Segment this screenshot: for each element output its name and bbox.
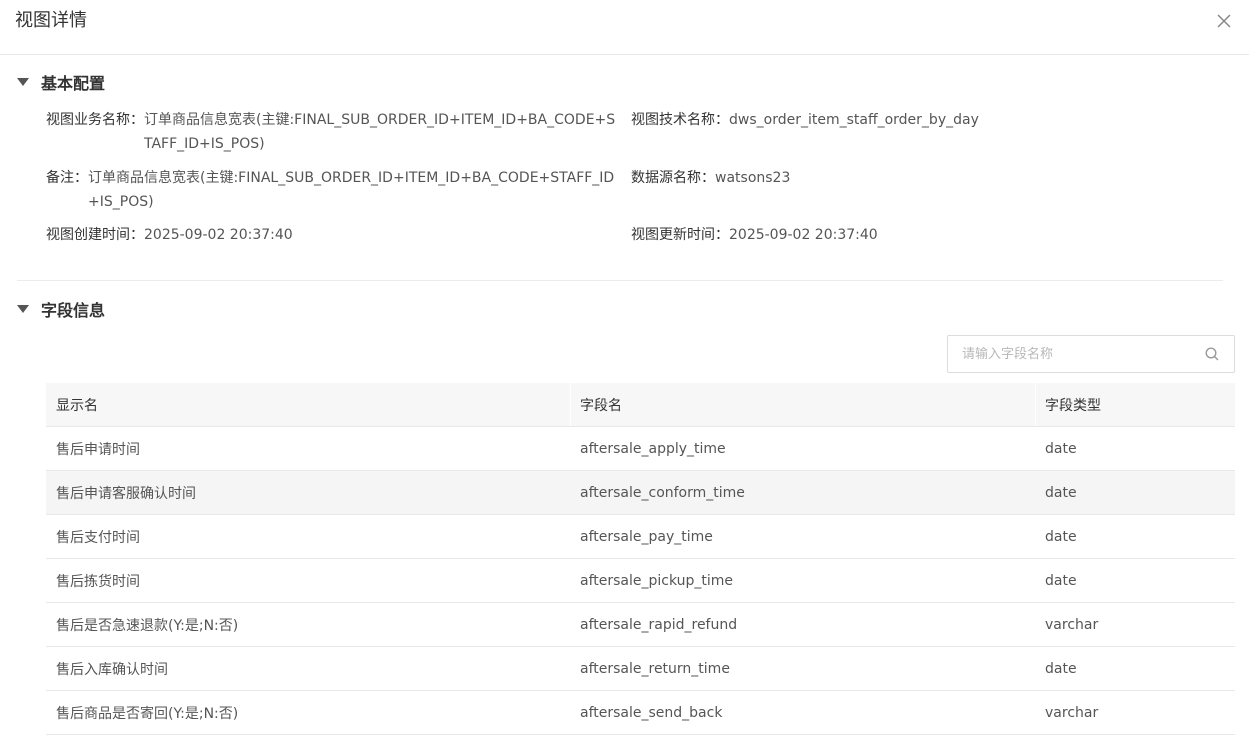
- field-search-box[interactable]: [947, 335, 1235, 373]
- table-row[interactable]: 售后入库确认时间 aftersale_return_time date: [46, 647, 1235, 691]
- display-name-cell: 售后申请时间: [56, 441, 140, 458]
- field-type-cell: date: [1045, 572, 1077, 589]
- display-name-cell: 售后入库确认时间: [56, 661, 168, 678]
- remark-row: 备注： 订单商品信息宽表(主键:FINAL_SUB_ORDER_ID+ITEM_…: [46, 166, 616, 214]
- field-info-toggle[interactable]: 字段信息: [17, 297, 105, 321]
- table-row[interactable]: 售后拣货时间 aftersale_pickup_time date: [46, 559, 1235, 603]
- field-name-cell: aftersale_apply_time: [580, 440, 726, 457]
- table-row[interactable]: 售后申请时间 aftersale_apply_time date: [46, 427, 1235, 471]
- search-icon[interactable]: [1204, 346, 1220, 362]
- table-row[interactable]: 售后是否急速退款(Y:是;N:否) aftersale_rapid_refund…: [46, 603, 1235, 647]
- biz-name-label: 视图业务名称：: [46, 112, 144, 128]
- updated-value: 2025-09-02 20:37:40: [729, 227, 878, 243]
- field-name-cell: aftersale_conform_time: [580, 484, 745, 501]
- field-type-cell: date: [1045, 528, 1077, 545]
- display-name-cell: 售后拣货时间: [56, 573, 140, 590]
- col-header-field-type: 字段类型: [1045, 397, 1101, 414]
- table-row[interactable]: 售后申请客服确认时间 aftersale_conform_time date: [46, 471, 1235, 515]
- field-info-title: 字段信息: [41, 301, 106, 320]
- basic-config-toggle[interactable]: 基本配置: [17, 70, 105, 94]
- dialog-header: 视图详情: [0, 0, 1249, 55]
- datasource-row: 数据源名称： watsons23: [631, 166, 1211, 190]
- table-row[interactable]: 售后支付时间 aftersale_pay_time date: [46, 515, 1235, 559]
- remark-label: 备注：: [46, 170, 88, 186]
- field-name-cell: aftersale_rapid_refund: [580, 616, 738, 633]
- tech-name-row: 视图技术名称： dws_order_item_staff_order_by_da…: [631, 108, 1211, 132]
- display-name-cell: 售后是否急速退款(Y:是;N:否): [56, 617, 239, 634]
- tech-name-value: dws_order_item_staff_order_by_day: [729, 112, 979, 128]
- field-type-cell: varchar: [1045, 704, 1099, 721]
- dialog-title: 视图详情: [15, 10, 87, 31]
- biz-name-value: 订单商品信息宽表(主键:FINAL_SUB_ORDER_ID+ITEM_ID+B…: [144, 112, 616, 152]
- created-label: 视图创建时间：: [46, 227, 144, 243]
- col-header-field-name: 字段名: [571, 383, 1036, 426]
- close-icon[interactable]: [1215, 12, 1233, 30]
- caret-down-icon: [17, 78, 29, 86]
- field-name-cell: aftersale_return_time: [580, 660, 730, 677]
- table-header: 显示名 字段名 字段类型: [46, 383, 1235, 427]
- field-type-cell: date: [1045, 660, 1077, 677]
- caret-down-icon: [17, 305, 29, 313]
- tech-name-label: 视图技术名称：: [631, 112, 729, 128]
- field-name-cell: aftersale_send_back: [580, 704, 723, 721]
- field-type-cell: date: [1045, 484, 1077, 501]
- field-name-cell: aftersale_pickup_time: [580, 572, 734, 589]
- table-row[interactable]: 售后商品是否寄回(Y:是;N:否) aftersale_send_back va…: [46, 691, 1235, 735]
- section-divider: [17, 280, 1223, 281]
- created-row: 视图创建时间： 2025-09-02 20:37:40: [46, 223, 616, 247]
- field-name-cell: aftersale_pay_time: [580, 528, 713, 545]
- field-table: 显示名 字段名 字段类型 售后申请时间 aftersale_apply_time…: [46, 383, 1235, 735]
- field-type-cell: date: [1045, 440, 1077, 457]
- datasource-value: watsons23: [715, 170, 791, 186]
- basic-config-title: 基本配置: [41, 74, 106, 93]
- field-type-cell: varchar: [1045, 616, 1099, 633]
- updated-row: 视图更新时间： 2025-09-02 20:37:40: [631, 223, 1211, 247]
- display-name-cell: 售后支付时间: [56, 529, 140, 546]
- col-header-display-name: 显示名: [46, 383, 571, 426]
- datasource-label: 数据源名称：: [631, 170, 715, 186]
- biz-name-row: 视图业务名称： 订单商品信息宽表(主键:FINAL_SUB_ORDER_ID+I…: [46, 108, 618, 156]
- field-search-input[interactable]: [948, 336, 1204, 372]
- updated-label: 视图更新时间：: [631, 227, 729, 243]
- display-name-cell: 售后商品是否寄回(Y:是;N:否): [56, 705, 239, 722]
- created-value: 2025-09-02 20:37:40: [144, 227, 293, 243]
- remark-value: 订单商品信息宽表(主键:FINAL_SUB_ORDER_ID+ITEM_ID+B…: [88, 170, 615, 210]
- display-name-cell: 售后申请客服确认时间: [56, 485, 196, 502]
